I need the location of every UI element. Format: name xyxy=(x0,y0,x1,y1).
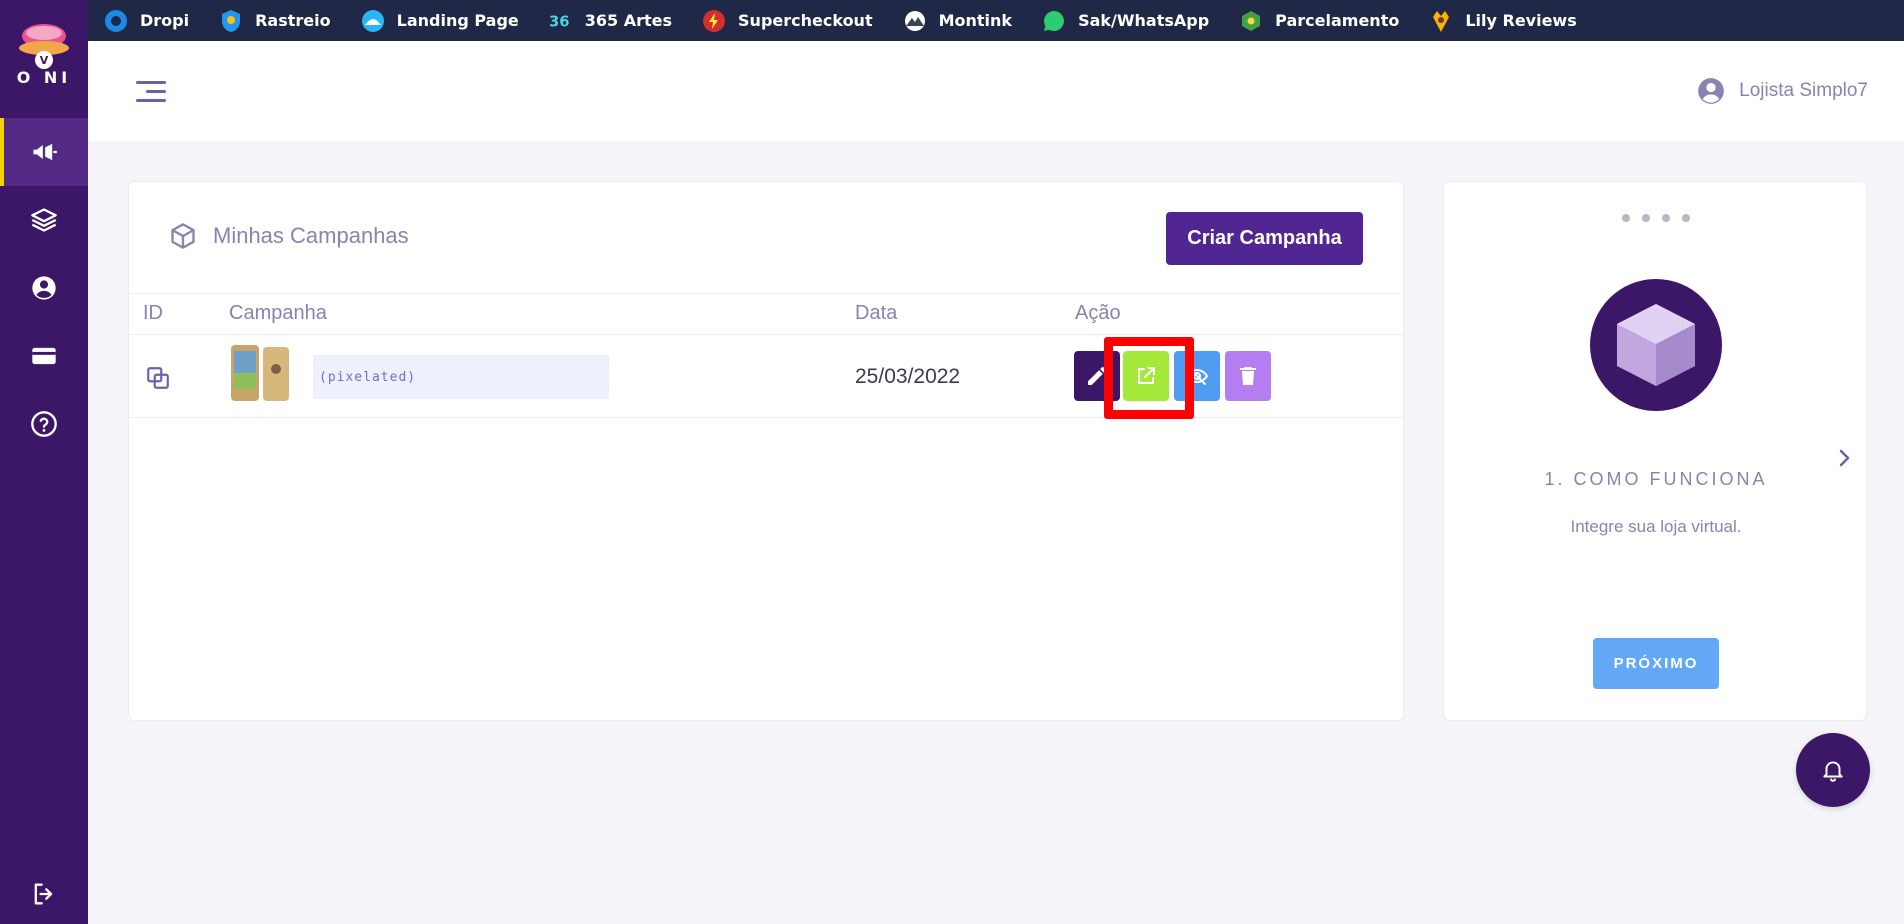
lily-reviews-icon xyxy=(1429,9,1453,33)
column-id: ID xyxy=(143,302,163,324)
toplink-label: Lily Reviews xyxy=(1465,11,1577,30)
toplink-montink[interactable]: Montink xyxy=(903,9,1012,33)
carousel-dots xyxy=(1444,214,1868,222)
carousel-dot[interactable] xyxy=(1682,214,1690,222)
carousel-dot[interactable] xyxy=(1642,214,1650,222)
help-circle-icon xyxy=(31,411,57,437)
carousel-dot[interactable] xyxy=(1662,214,1670,222)
product-thumbnail xyxy=(231,345,289,401)
tutorial-card: 1. COMO FUNCIONA Integre sua loja virtua… xyxy=(1443,181,1867,721)
toplink-label: Rastreio xyxy=(255,11,331,30)
toplink-365-artes[interactable]: 36 365 Artes xyxy=(549,9,672,33)
page-header: Lojista Simplo7 xyxy=(88,41,1904,141)
box-icon xyxy=(171,223,195,249)
visibility-button[interactable] xyxy=(1174,351,1220,401)
toplink-dropi[interactable]: Dropi xyxy=(104,9,189,33)
bell-icon xyxy=(1823,761,1843,782)
create-campaign-button[interactable]: Criar Campanha xyxy=(1166,212,1363,265)
toplink-label: 365 Artes xyxy=(584,11,673,30)
ufo-logo-icon: V xyxy=(19,24,69,69)
365-artes-icon: 36 xyxy=(549,9,573,33)
toplink-landing-page[interactable]: Landing Page xyxy=(361,9,519,33)
toplink-label: Landing Page xyxy=(396,11,519,30)
campaign-date: 25/03/2022 xyxy=(855,365,961,388)
pencil-icon xyxy=(1088,367,1106,385)
page-title: Minhas Campanhas xyxy=(213,223,409,248)
eye-off-icon xyxy=(1185,367,1209,385)
toplink-label: Sak/WhatsApp xyxy=(1078,11,1210,30)
landing-page-icon xyxy=(361,9,385,33)
brand-logo[interactable]: V O NI xyxy=(14,22,74,94)
toplink-label: Montink xyxy=(938,11,1013,30)
notifications-button[interactable] xyxy=(1796,733,1870,807)
tutorial-step-title: 1. COMO FUNCIONA xyxy=(1544,469,1768,489)
cube-illustration xyxy=(1590,279,1722,411)
layers-icon xyxy=(31,208,57,232)
edit-button[interactable] xyxy=(1074,351,1120,401)
toplink-label: Supercheckout xyxy=(738,11,873,30)
sidebar-item-help[interactable] xyxy=(0,390,88,458)
svg-text:36: 36 xyxy=(549,13,570,30)
montink-icon xyxy=(903,9,927,33)
logout-icon xyxy=(34,883,53,905)
toplink-label: Dropi xyxy=(140,11,190,30)
logo-text: O NI xyxy=(16,68,72,87)
user-avatar-icon xyxy=(1698,78,1724,104)
toplink-lily-reviews[interactable]: Lily Reviews xyxy=(1429,9,1577,33)
toplink-label: Parcelamento xyxy=(1275,11,1400,30)
column-action: Ação xyxy=(1075,302,1121,324)
whatsapp-icon xyxy=(1042,9,1066,33)
sidebar-item-account[interactable] xyxy=(0,254,88,322)
user-name: Lojista Simplo7 xyxy=(1739,80,1868,101)
toplink-parcelamento[interactable]: Parcelamento xyxy=(1239,9,1399,33)
sidebar-item-billing[interactable] xyxy=(0,322,88,390)
parcelamento-icon xyxy=(1239,9,1263,33)
delete-button[interactable] xyxy=(1225,351,1271,401)
rastreio-icon xyxy=(219,9,243,33)
menu-toggle-icon[interactable] xyxy=(132,81,166,105)
toplink-sak-whatsapp[interactable]: Sak/WhatsApp xyxy=(1042,9,1209,33)
credit-card-icon xyxy=(32,347,56,365)
dropi-icon xyxy=(104,9,128,33)
svg-text:V: V xyxy=(40,54,49,67)
campaigns-card: Minhas Campanhas Criar Campanha ID Campa… xyxy=(128,181,1404,721)
open-link-button[interactable] xyxy=(1123,351,1169,401)
column-date: Data xyxy=(855,302,898,324)
sidebar-item-layers[interactable] xyxy=(0,186,88,254)
top-link-bar: Dropi Rastreio Landing Page 36 365 Artes… xyxy=(88,0,1904,41)
user-circle-icon xyxy=(32,276,56,300)
chevron-right-icon[interactable] xyxy=(1832,446,1856,470)
table-row: (pixelated) 25/03/2022 xyxy=(129,335,1403,419)
campaign-name-pixelated[interactable]: (pixelated) xyxy=(313,355,609,399)
tutorial-description: Integre sua loja virtual. xyxy=(1570,517,1742,536)
megaphone-icon xyxy=(33,143,57,161)
table-header: ID Campanha Data Ação xyxy=(129,293,1403,335)
sidebar: V O NI xyxy=(0,0,88,924)
copy-icon[interactable] xyxy=(145,365,171,391)
card-header: Minhas Campanhas xyxy=(169,222,409,250)
user-menu[interactable]: Lojista Simplo7 xyxy=(1697,77,1868,105)
next-button[interactable]: PRÓXIMO xyxy=(1593,638,1719,689)
supercheckout-icon xyxy=(702,9,726,33)
external-link-icon xyxy=(1138,367,1155,384)
logout-button[interactable] xyxy=(0,860,88,924)
carousel-dot[interactable] xyxy=(1622,214,1630,222)
cube-icon xyxy=(1617,304,1695,386)
toplink-rastreio[interactable]: Rastreio xyxy=(219,9,331,33)
column-campaign: Campanha xyxy=(229,302,327,324)
toplink-supercheckout[interactable]: Supercheckout xyxy=(702,9,873,33)
trash-icon xyxy=(1240,367,1256,385)
sidebar-item-campaigns[interactable] xyxy=(0,118,88,186)
